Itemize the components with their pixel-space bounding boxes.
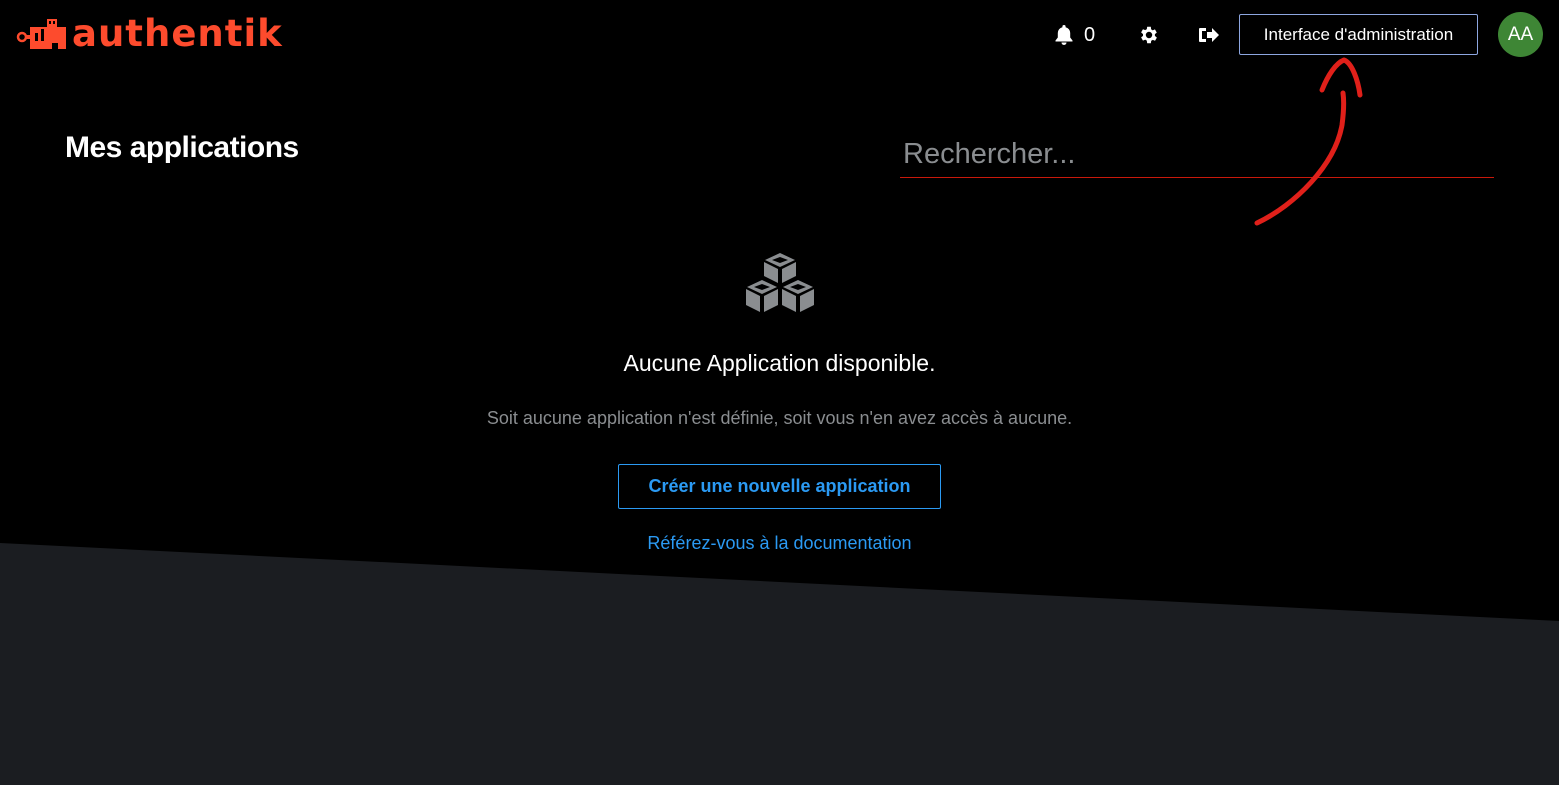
bell-icon <box>1055 25 1073 45</box>
background-band <box>0 543 1559 785</box>
empty-state-body: Soit aucune application n'est définie, s… <box>486 408 1073 428</box>
search-field <box>900 132 1494 178</box>
brand-logo[interactable]: authentik <box>16 12 283 56</box>
logout-icon <box>1199 28 1219 42</box>
brand-logo-icon <box>16 19 66 49</box>
documentation-link-row: Référez-vous à la documentation <box>0 533 1559 554</box>
gear-icon <box>1141 26 1157 44</box>
notification-count: 0 <box>1084 23 1096 46</box>
notifications-button[interactable]: 0 <box>1054 22 1095 48</box>
settings-button[interactable] <box>1136 22 1162 48</box>
empty-state-title: Aucune Application disponible. <box>623 350 936 376</box>
avatar[interactable]: AA <box>1498 12 1543 57</box>
search-input[interactable] <box>900 132 1494 176</box>
cubes-icon <box>746 253 814 312</box>
create-application-button[interactable]: Créer une nouvelle application <box>618 464 941 509</box>
page-title: Mes applications <box>65 131 299 164</box>
logout-button[interactable] <box>1196 22 1222 48</box>
brand-name: authentik <box>72 12 283 55</box>
documentation-link[interactable]: Référez-vous à la documentation <box>647 533 911 553</box>
admin-interface-button[interactable]: Interface d'administration <box>1239 14 1478 55</box>
top-navbar: authentik 0 Interface d'administration A… <box>0 0 1559 70</box>
